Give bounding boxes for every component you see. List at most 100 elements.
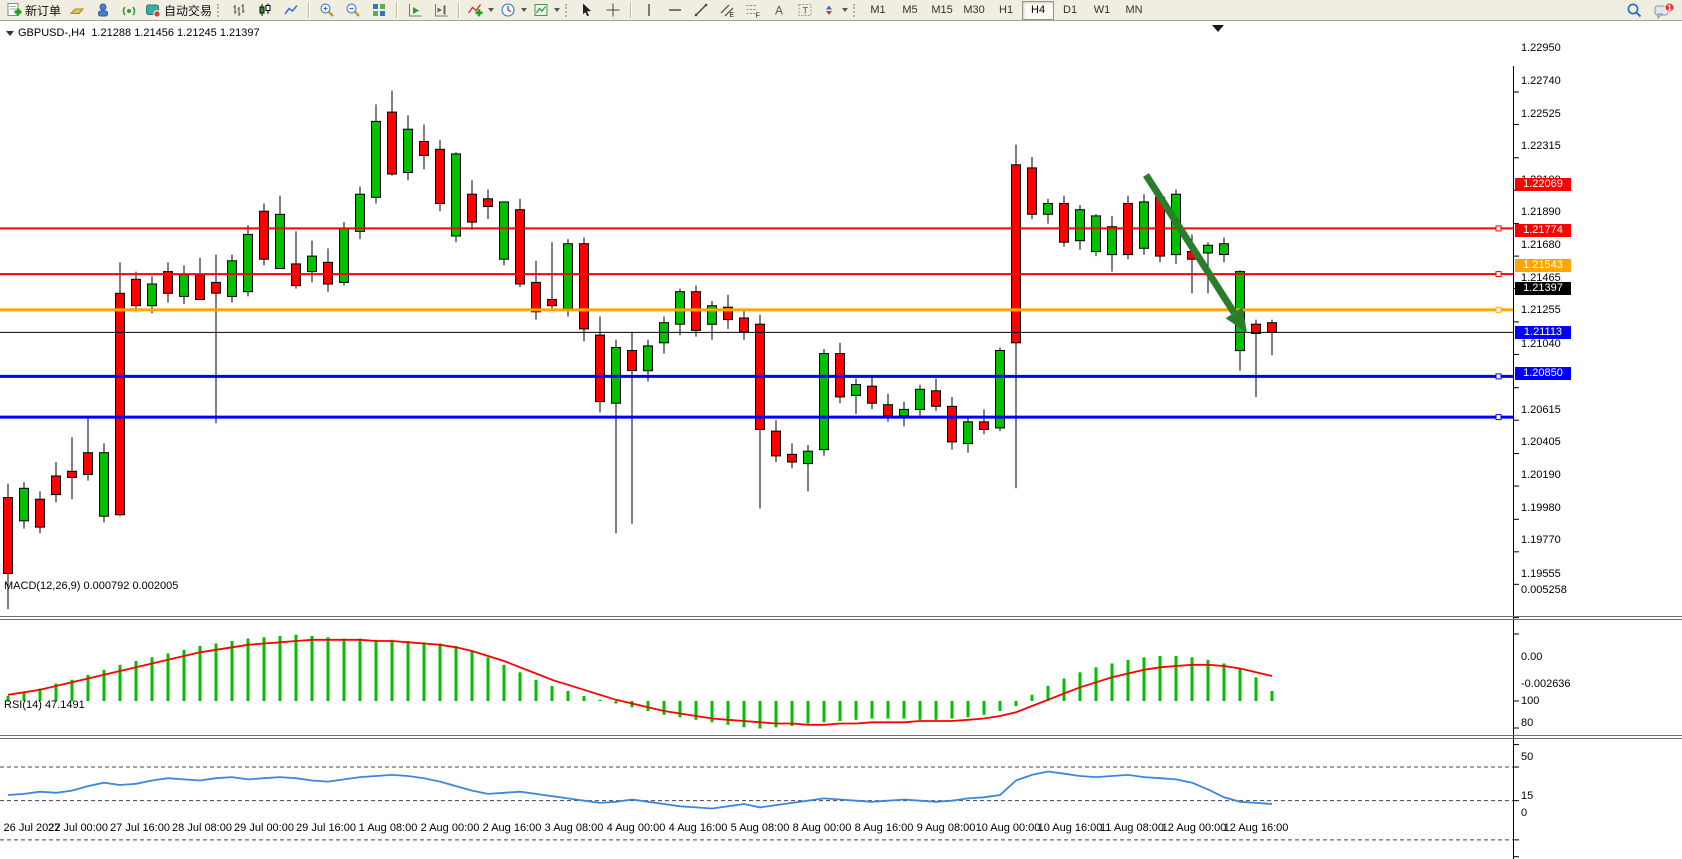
candle [164, 262, 173, 302]
tab-period-h1[interactable]: H1 [990, 1, 1022, 20]
text-tool-button[interactable]: A [766, 1, 792, 20]
arrows-tool-button[interactable] [818, 1, 851, 20]
channel-tool-button[interactable]: E [714, 1, 740, 20]
line-chart-button[interactable] [278, 1, 304, 20]
arrow-objects-icon [821, 2, 837, 18]
chevron-down-icon [6, 31, 14, 36]
tab-period-w1[interactable]: W1 [1086, 1, 1118, 20]
price-badge: 1.21774 [1515, 224, 1571, 237]
candle [676, 289, 685, 336]
clock-icon [500, 2, 516, 18]
time-label: 12 Aug 00:00 [1162, 822, 1227, 834]
candle [228, 255, 237, 303]
bar-chart-icon [231, 2, 247, 18]
candle [804, 445, 813, 491]
candle [1092, 214, 1101, 256]
candle [132, 272, 141, 312]
price-badge: 1.21113 [1515, 326, 1571, 339]
price-tick-label: 1.22315 [1521, 140, 1561, 152]
candle [1012, 145, 1021, 489]
candle [772, 420, 781, 462]
search-icon [1626, 2, 1643, 19]
chart-shift-button[interactable] [428, 1, 454, 20]
candle [964, 417, 973, 453]
crosshair-tool-button[interactable] [600, 1, 626, 20]
periods-button[interactable] [497, 1, 530, 20]
tab-period-m30[interactable]: M30 [958, 1, 990, 20]
tab-period-m1[interactable]: M1 [862, 1, 894, 20]
candle [36, 491, 45, 533]
time-label: 10 Aug 00:00 [976, 822, 1041, 834]
bar-chart-button[interactable] [226, 1, 252, 20]
candle [628, 332, 637, 524]
candle [244, 225, 253, 296]
tile-windows-button[interactable] [366, 1, 392, 20]
candle [1252, 320, 1261, 397]
chart-shift-marker-icon[interactable] [1212, 25, 1224, 32]
candle [852, 378, 861, 414]
line-chart-icon [283, 2, 299, 18]
svg-text:E: E [730, 12, 735, 18]
equidistant-channel-icon: E [719, 2, 735, 18]
text-label-tool-button[interactable]: T [792, 1, 818, 20]
price-tick-label: 1.21680 [1521, 239, 1561, 251]
candle [1044, 199, 1053, 224]
candle [324, 248, 333, 291]
notifications-button[interactable]: 1 [1651, 1, 1679, 20]
templates-button[interactable] [530, 1, 563, 20]
autotrading-button[interactable]: 自动交易 [142, 1, 215, 20]
cursor-icon [579, 2, 595, 18]
price-tick-label: 1.21890 [1521, 206, 1561, 218]
dropdown-caret-icon [488, 8, 494, 12]
candle [1060, 196, 1069, 247]
chart-area[interactable] [0, 22, 1682, 837]
horizontal-line-icon [667, 2, 683, 18]
chat-bubble-icon: 1 [1654, 2, 1676, 20]
toolbar-separator [630, 2, 632, 18]
candle [148, 276, 157, 313]
price-tick-label: 1.19770 [1521, 534, 1561, 546]
new-order-icon [6, 2, 22, 18]
toolbar-separator [458, 2, 460, 18]
tab-period-mn[interactable]: MN [1118, 1, 1150, 20]
fibonacci-tool-button[interactable]: F [740, 1, 766, 20]
candle [276, 196, 285, 269]
zoom-out-button[interactable] [340, 1, 366, 20]
time-label: 29 Jul 16:00 [296, 822, 356, 834]
candlestick-chart-button[interactable] [252, 1, 278, 20]
time-label: 9 Aug 08:00 [917, 822, 976, 834]
price-badge: 1.22069 [1515, 178, 1571, 191]
macd-signal-line [8, 640, 1272, 725]
candle [308, 241, 317, 283]
candle [756, 315, 765, 509]
tab-period-d1[interactable]: D1 [1054, 1, 1086, 20]
candle [212, 255, 221, 424]
styles-button[interactable] [64, 1, 90, 20]
time-label: 27 Jul 16:00 [110, 822, 170, 834]
search-button[interactable] [1621, 1, 1647, 20]
time-label: 27 Jul 00:00 [48, 822, 108, 834]
hline-tool-button[interactable] [662, 1, 688, 20]
auto-scroll-button[interactable] [402, 1, 428, 20]
time-label: 2 Aug 00:00 [421, 822, 480, 834]
candle [708, 301, 717, 340]
candle [868, 375, 877, 409]
zoom-in-button[interactable] [314, 1, 340, 20]
cursor-tool-button[interactable] [574, 1, 600, 20]
indicators-button[interactable] [464, 1, 497, 20]
candle [196, 258, 205, 300]
candle [564, 239, 573, 316]
trendline-tool-button[interactable] [688, 1, 714, 20]
svg-text:T: T [803, 6, 809, 16]
tab-period-h4[interactable]: H4 [1022, 1, 1054, 20]
market-watch-button[interactable] [90, 1, 116, 20]
candle [116, 262, 125, 516]
new-order-button[interactable]: 新订单 [3, 1, 64, 20]
signals-button[interactable] [116, 1, 142, 20]
rsi-tick-label: 50 [1521, 751, 1533, 763]
price-tick-label: 1.20405 [1521, 436, 1561, 448]
vline-tool-button[interactable] [636, 1, 662, 20]
tab-period-m5[interactable]: M5 [894, 1, 926, 20]
quote-open: 1.21288 [91, 27, 131, 39]
tab-period-m15[interactable]: M15 [926, 1, 958, 20]
